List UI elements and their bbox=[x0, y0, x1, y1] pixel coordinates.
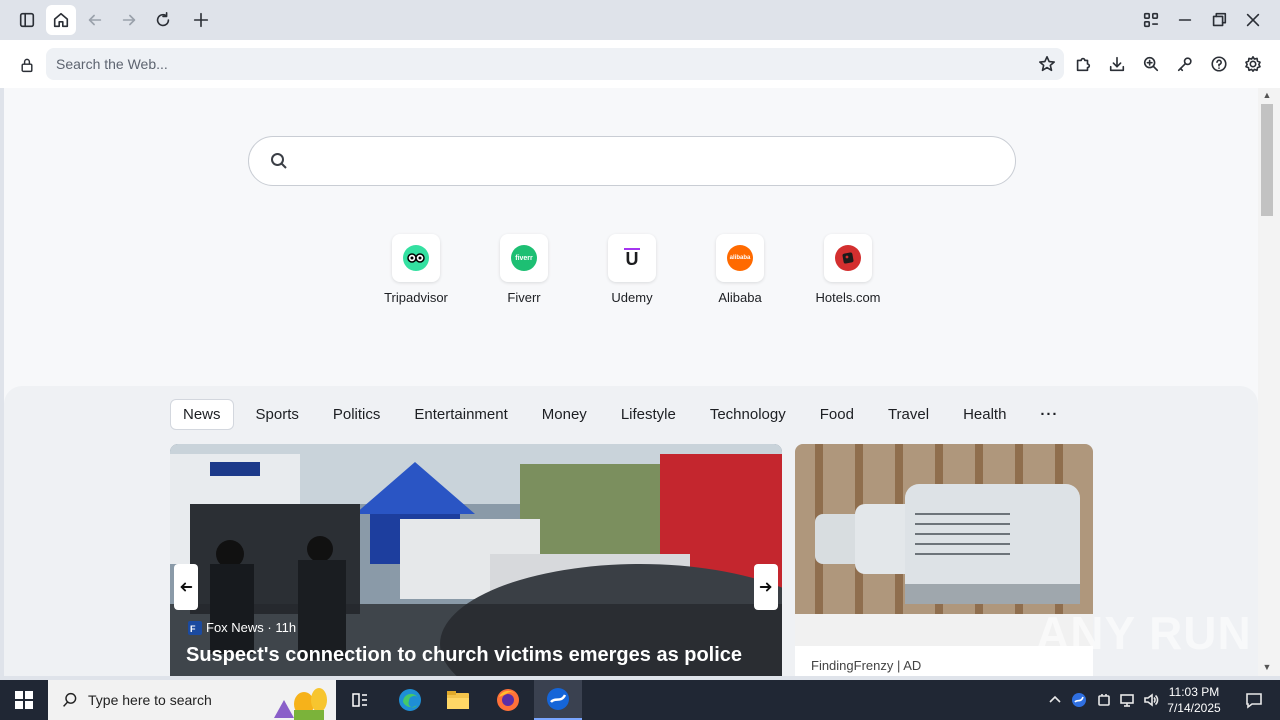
edge-icon[interactable] bbox=[386, 680, 434, 720]
clock-time: 11:03 PM bbox=[1168, 685, 1220, 699]
search-highlight-icon bbox=[274, 688, 327, 720]
system-clock[interactable]: 11:03 PM 7/14/2025 bbox=[1160, 684, 1228, 716]
notification-icon[interactable] bbox=[1236, 680, 1272, 720]
tray-chevron-icon[interactable] bbox=[1046, 680, 1064, 720]
carousel-next-button[interactable] bbox=[754, 564, 778, 610]
lock-icon[interactable] bbox=[16, 54, 38, 76]
tab-grid-icon[interactable] bbox=[1136, 5, 1166, 35]
shortcut-label: Hotels.com bbox=[815, 290, 881, 305]
restore-icon[interactable] bbox=[1204, 5, 1234, 35]
tab-entertainment[interactable]: Entertainment bbox=[402, 400, 519, 429]
key-icon[interactable] bbox=[1174, 53, 1196, 75]
udemy-icon: U bbox=[608, 234, 656, 282]
tripadvisor-icon bbox=[392, 234, 440, 282]
taskbar-search[interactable]: Type here to search bbox=[48, 680, 336, 720]
tab-lifestyle[interactable]: Lifestyle bbox=[609, 400, 688, 429]
tab-sports[interactable]: Sports bbox=[244, 400, 311, 429]
hotels-icon bbox=[824, 234, 872, 282]
tab-strip bbox=[0, 0, 1280, 40]
windows-icon bbox=[15, 691, 33, 709]
back-icon[interactable] bbox=[80, 5, 110, 35]
watermark: ANY RUN bbox=[1036, 607, 1252, 659]
new-tab-page: Tripadvisor fiverr Fiverr U Udemy alibab… bbox=[4, 88, 1258, 676]
shortcut-alibaba[interactable]: alibaba Alibaba bbox=[695, 234, 785, 314]
tab-more[interactable]: ··· bbox=[1028, 400, 1070, 429]
tab-health[interactable]: Health bbox=[951, 400, 1018, 429]
carousel-prev-button[interactable] bbox=[174, 564, 198, 610]
new-tab-icon[interactable] bbox=[186, 5, 216, 35]
star-icon[interactable] bbox=[1036, 53, 1058, 75]
tab-technology[interactable]: Technology bbox=[698, 400, 798, 429]
shortcut-label: Tripadvisor bbox=[384, 290, 448, 305]
home-icon[interactable] bbox=[46, 5, 76, 35]
task-view-icon[interactable] bbox=[336, 680, 384, 720]
reload-icon[interactable] bbox=[148, 5, 178, 35]
network-icon[interactable] bbox=[1116, 680, 1138, 720]
taskbar: Type here to search 11:03 PM 7/14/2025 bbox=[0, 680, 1280, 720]
shortcut-label: Udemy bbox=[611, 290, 653, 305]
alibaba-icon: alibaba bbox=[716, 234, 764, 282]
minimize-icon[interactable] bbox=[1170, 5, 1200, 35]
tab-travel[interactable]: Travel bbox=[876, 400, 941, 429]
shortcut-hotels[interactable]: Hotels.com bbox=[803, 234, 893, 314]
arrow-right-icon bbox=[759, 582, 772, 592]
shortcut-fiverr[interactable]: fiverr Fiverr bbox=[479, 234, 569, 314]
browser-app-icon[interactable] bbox=[534, 680, 582, 720]
tab-politics[interactable]: Politics bbox=[321, 400, 393, 429]
vertical-scrollbar[interactable]: ▲ ▼ bbox=[1258, 88, 1280, 676]
fiverr-icon: fiverr bbox=[500, 234, 548, 282]
fox-news-icon: F bbox=[188, 620, 202, 635]
download-icon[interactable] bbox=[1106, 53, 1128, 75]
svg-text:F: F bbox=[190, 624, 196, 634]
scroll-up-icon[interactable]: ▲ bbox=[1262, 90, 1272, 100]
extensions-icon[interactable] bbox=[1072, 53, 1094, 75]
search-icon bbox=[62, 692, 78, 708]
firefox-icon[interactable] bbox=[484, 680, 532, 720]
tray-app-icon[interactable] bbox=[1068, 680, 1090, 720]
news-source-text: Fox News · 11h bbox=[206, 620, 297, 635]
shortcut-udemy[interactable]: U Udemy bbox=[587, 234, 677, 314]
forward-icon[interactable] bbox=[114, 5, 144, 35]
arrow-left-icon bbox=[180, 582, 193, 592]
shortcut-tripadvisor[interactable]: Tripadvisor bbox=[371, 234, 461, 314]
taskbar-search-text: Type here to search bbox=[88, 692, 212, 708]
ad-source: FindingFrenzy | AD bbox=[811, 658, 922, 673]
feed-tabs: News Sports Politics Entertainment Money… bbox=[170, 398, 1080, 430]
address-bar[interactable] bbox=[46, 48, 1064, 80]
zoom-icon[interactable] bbox=[1140, 53, 1162, 75]
address-bar-row bbox=[0, 40, 1280, 88]
volume-icon[interactable] bbox=[1140, 680, 1162, 720]
file-explorer-icon[interactable] bbox=[434, 680, 482, 720]
address-input[interactable] bbox=[56, 48, 1016, 80]
sidebar-icon[interactable] bbox=[12, 5, 42, 35]
device-icon[interactable] bbox=[1094, 680, 1114, 720]
page-search-box[interactable] bbox=[248, 136, 1016, 186]
scroll-down-icon[interactable]: ▼ bbox=[1262, 662, 1272, 672]
hero-image bbox=[170, 444, 782, 676]
shortcut-label: Alibaba bbox=[718, 290, 762, 305]
settings-icon[interactable] bbox=[1242, 53, 1264, 75]
tab-news[interactable]: News bbox=[170, 398, 234, 430]
tab-food[interactable]: Food bbox=[808, 400, 866, 429]
start-button[interactable] bbox=[0, 680, 48, 720]
hero-news-card[interactable]: F Fox News · 11h Suspect's connection to… bbox=[170, 444, 782, 676]
shortcut-label: Fiverr bbox=[507, 290, 541, 305]
clock-date: 7/14/2025 bbox=[1167, 701, 1221, 715]
scrollbar-thumb[interactable] bbox=[1261, 104, 1273, 216]
news-headline[interactable]: Suspect's connection to church victims e… bbox=[186, 644, 776, 667]
tab-money[interactable]: Money bbox=[530, 400, 599, 429]
news-source: F Fox News · 11h bbox=[188, 620, 296, 635]
search-icon bbox=[269, 151, 289, 171]
close-icon[interactable] bbox=[1238, 5, 1268, 35]
help-icon[interactable] bbox=[1208, 53, 1230, 75]
